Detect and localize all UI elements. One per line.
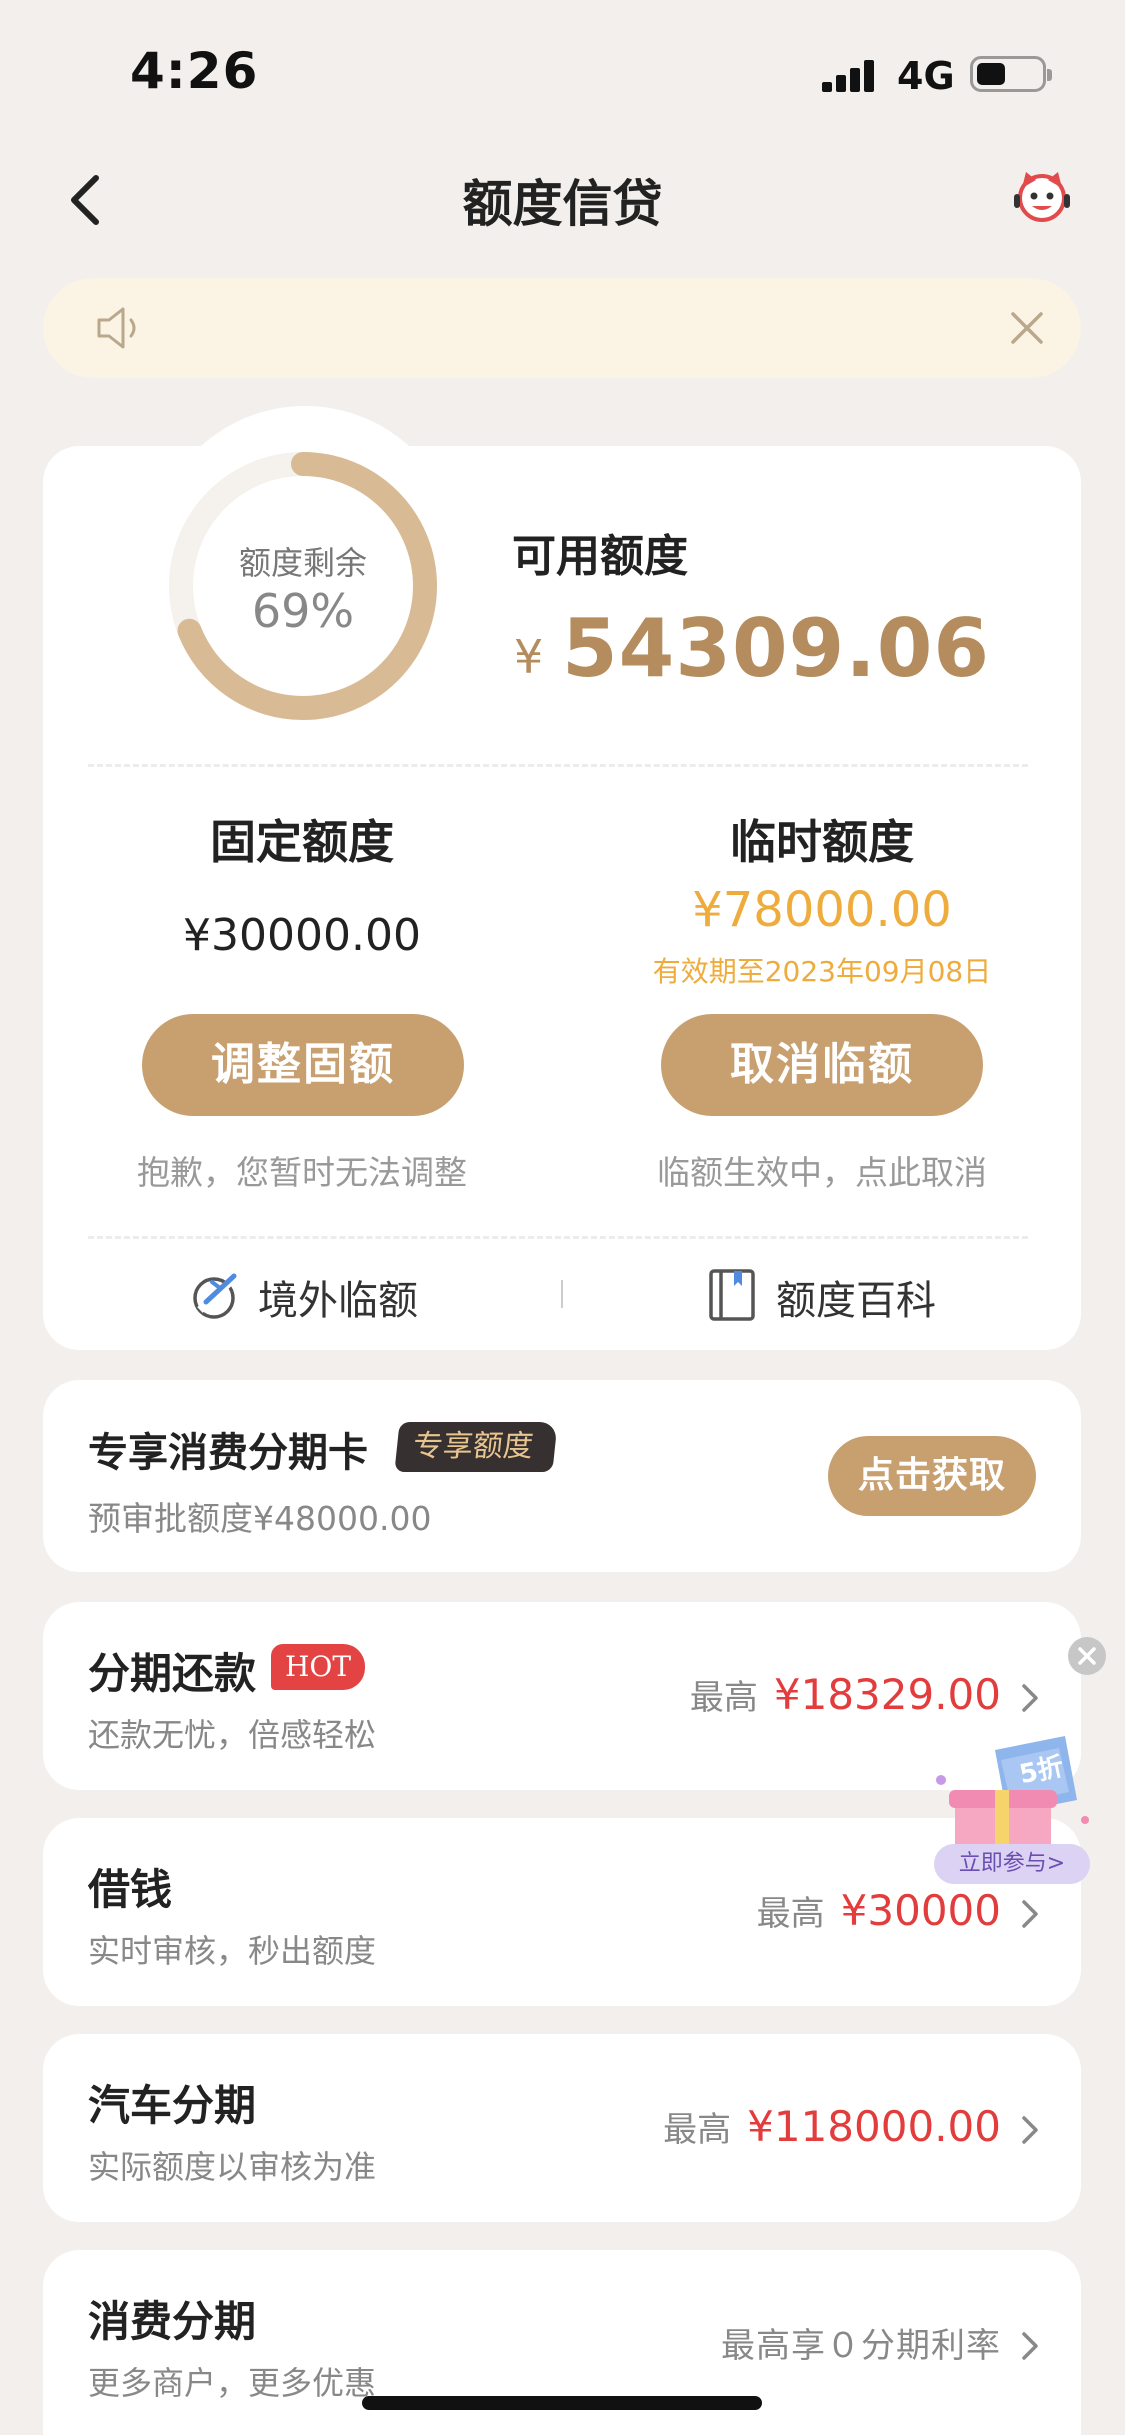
fixed-limit-note: 抱歉，您暂时无法调整 [137, 1153, 467, 1192]
row-max-amount: ¥18329.00 [773, 1670, 1001, 1719]
available-currency: ¥ [514, 630, 544, 684]
row-max-label: 最高 [756, 1894, 825, 1934]
divider [88, 1236, 1028, 1239]
battery-icon [970, 56, 1052, 92]
fixed-limit-title: 固定额度 [210, 815, 394, 869]
row-max-label: 最高 [663, 2110, 732, 2150]
row-subtitle: 实时审核，秒出额度 [88, 1932, 377, 1970]
speaker-icon [97, 307, 136, 349]
join-now-button[interactable]: 立即参与> [934, 1844, 1090, 1884]
available-label: 可用额度 [512, 531, 688, 582]
row-subtitle: 还款无忧，倍感轻松 [88, 1716, 377, 1754]
row-max-label: 最高享０分期利率 [721, 2326, 1001, 2366]
promo-title: 专享消费分期卡 [88, 1430, 368, 1476]
row-title: 借钱 [88, 1865, 173, 1914]
fixed-limit-amount: ¥30000.00 [183, 910, 421, 961]
plane-globe-icon [193, 1273, 237, 1319]
row-max: 最高 ¥30000 [757, 1886, 1001, 1935]
ring-percent: 69% [251, 584, 355, 638]
temp-limit-note[interactable]: 临额生效中，点此取消 [592, 1146, 1052, 1194]
book-icon [709, 1269, 755, 1321]
float-close-icon[interactable] [1068, 1637, 1106, 1675]
get-card-button[interactable]: 点击获取 [828, 1436, 1036, 1516]
row-max-amount: ¥30000 [840, 1886, 1001, 1935]
list-item-borrow[interactable]: 借钱 实时审核，秒出额度 最高 ¥30000 [43, 1818, 1081, 2006]
customer-service-icon[interactable] [1010, 166, 1074, 226]
limit-wiki-label: 额度百科 [776, 1278, 936, 1324]
chevron-right-icon [1022, 2332, 1038, 2360]
row-max-amount: ¥118000.00 [747, 2102, 1001, 2151]
list-item-car-installment[interactable]: 汽车分期 实际额度以审核为准 最高 ¥118000.00 [43, 2034, 1081, 2222]
row-subtitle: 实际额度以审核为准 [88, 2148, 377, 2186]
chevron-right-icon [1022, 2116, 1038, 2144]
chevron-right-icon [1022, 1684, 1038, 1712]
cancel-temp-button[interactable]: 取消临额 [661, 1014, 983, 1116]
home-indicator [362, 2396, 762, 2410]
page-title: 额度信贷 [462, 175, 663, 233]
chevron-right-icon [1022, 1900, 1038, 1928]
signal-icon [822, 60, 874, 92]
ring-label: 额度剩余 [238, 544, 367, 582]
temp-limit-amount: ¥78000.00 [692, 882, 952, 938]
row-max: 最高 ¥18329.00 [690, 1670, 1001, 1719]
row-subtitle: 更多商户，更多优惠 [88, 2364, 377, 2402]
temp-limit-title: 临时额度 [730, 815, 914, 869]
row-title: 分期还款 [88, 1649, 257, 1698]
link-divider [561, 1280, 563, 1308]
adjust-fixed-button[interactable]: 调整固额 [142, 1014, 464, 1116]
status-time: 4:26 [130, 42, 259, 100]
close-icon[interactable] [1007, 308, 1047, 348]
status-bar: 4:26 4G [0, 0, 1125, 140]
promo-card[interactable]: 专享消费分期卡 专享额度 预审批额度¥48000.00 点击获取 [43, 1380, 1081, 1572]
exclusive-tag: 专享额度 [394, 1422, 558, 1472]
overseas-limit-label: 境外临额 [258, 1278, 418, 1324]
row-max-label: 最高 [689, 1678, 758, 1718]
temp-limit-validity: 有效期至2023年09月08日 [652, 955, 992, 988]
divider [88, 764, 1028, 767]
network-type: 4G [897, 54, 955, 98]
available-amount: 54309.06 [562, 602, 991, 695]
list-item-installment-repay[interactable]: 分期还款 HOT 还款无忧，倍感轻松 最高 ¥18329.00 [43, 1602, 1081, 1790]
promo-subtitle: 预审批额度¥48000.00 [88, 1499, 432, 1538]
row-max: 最高 ¥118000.00 [663, 2102, 1001, 2151]
hot-badge: HOT [271, 1644, 366, 1690]
row-title: 消费分期 [88, 2297, 257, 2346]
nav-bar: 额度信贷 [0, 140, 1125, 250]
row-title: 汽车分期 [88, 2081, 257, 2130]
notice-bar[interactable] [43, 278, 1081, 378]
row-max: 最高享０分期利率 [721, 2318, 1001, 2367]
